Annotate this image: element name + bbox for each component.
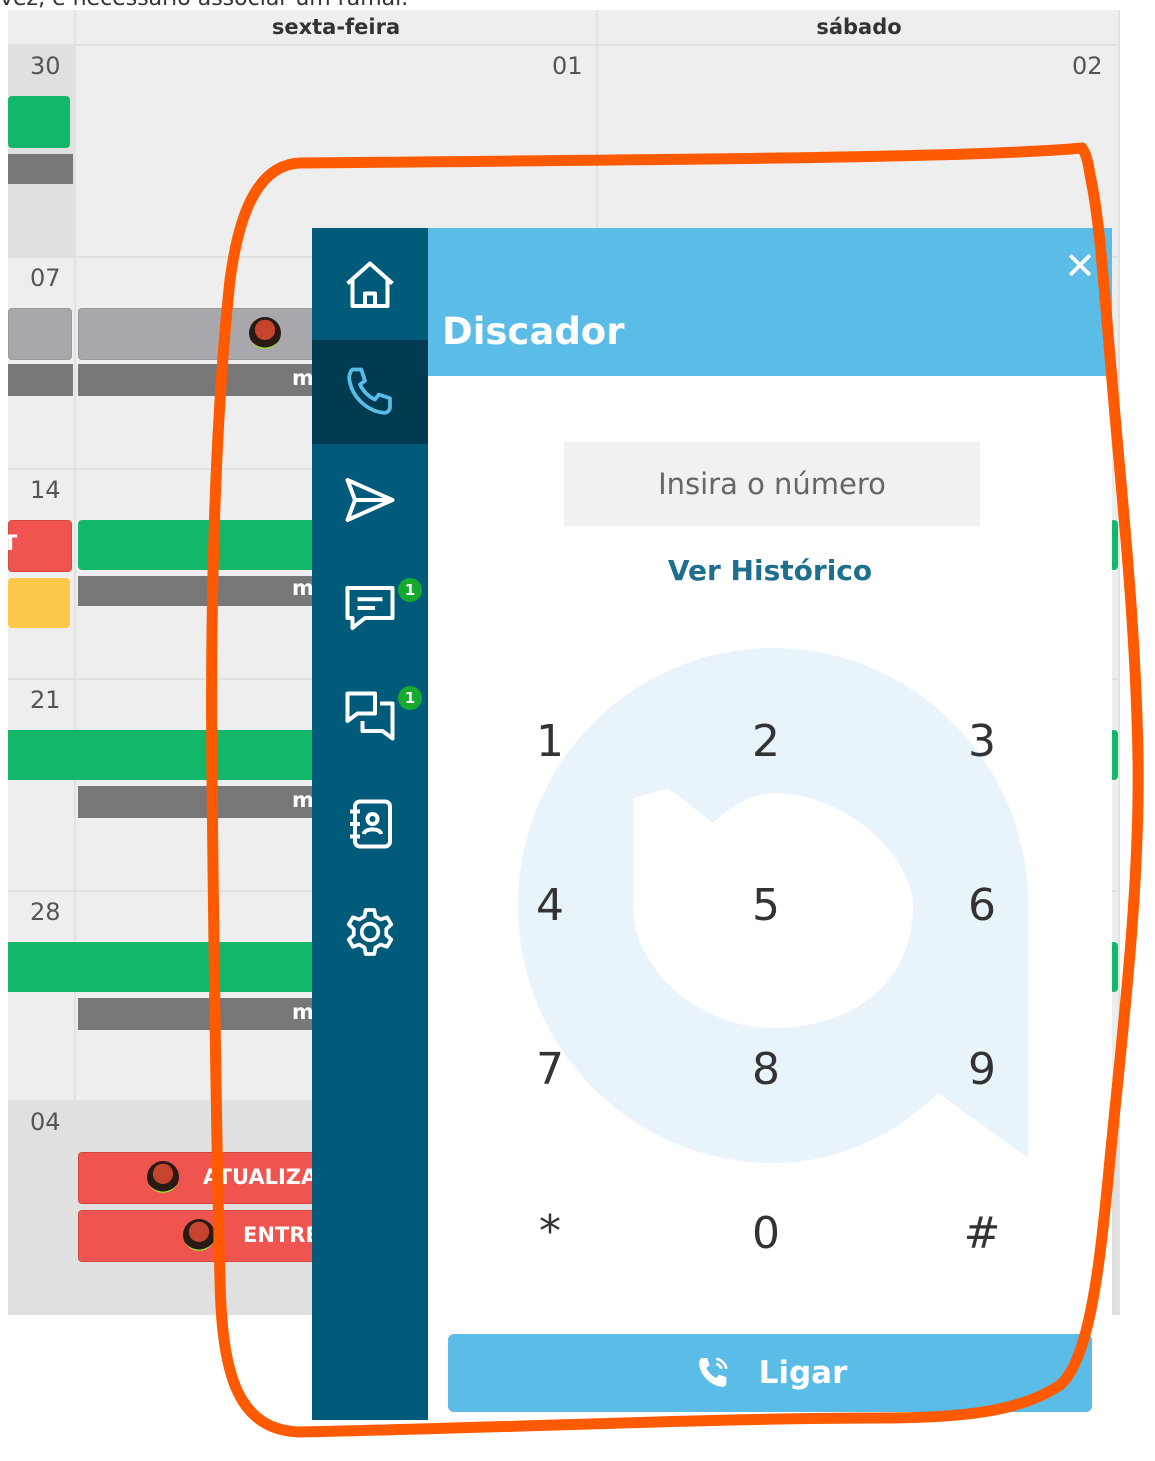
calendar-event[interactable] bbox=[8, 578, 70, 628]
key-star[interactable]: * bbox=[490, 1186, 610, 1276]
calendar-event[interactable]: ENTRE bbox=[78, 1210, 320, 1262]
panel-title: Discador bbox=[442, 310, 625, 353]
calendar-event[interactable]: m bbox=[78, 998, 318, 1030]
phone-number-input[interactable] bbox=[564, 442, 980, 526]
key-3[interactable]: 3 bbox=[922, 696, 1042, 786]
event-label: ENTRE bbox=[243, 1223, 320, 1247]
day-number: 28 bbox=[30, 898, 61, 926]
avatar bbox=[147, 1161, 179, 1193]
key-1[interactable]: 1 bbox=[490, 696, 610, 786]
call-button-label: Ligar bbox=[758, 1355, 848, 1391]
calendar-event[interactable]: m bbox=[78, 364, 318, 396]
event-label: m bbox=[292, 1000, 314, 1024]
event-label: T bbox=[3, 531, 18, 555]
calendar-event[interactable] bbox=[8, 942, 318, 992]
panel-header: Discador ✕ bbox=[428, 228, 1112, 376]
sidebar-item-messages[interactable]: 1 bbox=[312, 556, 428, 660]
header-saturday: sábado bbox=[816, 15, 902, 39]
day-number: 02 bbox=[1072, 52, 1103, 80]
sidebar-item-phone[interactable] bbox=[312, 340, 428, 444]
calendar-event[interactable] bbox=[8, 154, 73, 184]
home-icon bbox=[346, 261, 394, 308]
messages-badge: 1 bbox=[398, 578, 422, 602]
calendar-event[interactable]: T bbox=[3, 520, 72, 572]
key-7[interactable]: 7 bbox=[490, 1024, 610, 1114]
key-0[interactable]: 0 bbox=[706, 1188, 826, 1278]
grid-divider bbox=[8, 44, 1120, 46]
key-4[interactable]: 4 bbox=[490, 860, 610, 950]
key-2[interactable]: 2 bbox=[706, 696, 826, 786]
event-label: m bbox=[292, 576, 314, 600]
sidebar-item-settings[interactable] bbox=[312, 880, 428, 984]
day-number: 04 bbox=[30, 1108, 61, 1136]
day-number: 01 bbox=[552, 52, 583, 80]
chat-badge: 1 bbox=[398, 686, 422, 710]
calendar-event[interactable] bbox=[8, 96, 70, 148]
sidebar-item-home[interactable] bbox=[312, 234, 428, 338]
calendar-event[interactable]: ATUALIZA bbox=[78, 1152, 320, 1204]
event-label: m bbox=[292, 788, 314, 812]
dialer-sidebar: 1 1 bbox=[312, 228, 428, 1420]
header-friday: sexta-feira bbox=[271, 15, 401, 39]
calendar-event[interactable]: m bbox=[78, 576, 318, 606]
phone-call-icon bbox=[698, 1357, 728, 1387]
calendar-event[interactable] bbox=[78, 308, 340, 360]
send-icon bbox=[345, 478, 395, 522]
event-label: m bbox=[292, 366, 314, 390]
message-icon bbox=[345, 586, 395, 630]
key-8[interactable]: 8 bbox=[706, 1024, 826, 1114]
sidebar-item-contacts[interactable] bbox=[312, 772, 428, 876]
day-number: 14 bbox=[30, 476, 61, 504]
day-number: 21 bbox=[30, 686, 61, 714]
day-number: 07 bbox=[30, 264, 61, 292]
close-button[interactable]: ✕ bbox=[1058, 244, 1102, 288]
calendar-event[interactable]: m bbox=[78, 786, 318, 818]
event-label: ATUALIZA bbox=[203, 1165, 318, 1189]
sidebar-item-send[interactable] bbox=[312, 448, 428, 552]
grid-divider bbox=[74, 10, 76, 1315]
phone-icon bbox=[347, 367, 392, 415]
key-5[interactable]: 5 bbox=[706, 860, 826, 950]
avatar bbox=[183, 1219, 215, 1251]
gear-icon bbox=[346, 908, 394, 956]
dialer-panel: Discador ✕ Ver Histórico 1 2 3 4 5 6 7 8… bbox=[428, 228, 1112, 1420]
sidebar-item-chat[interactable]: 1 bbox=[312, 664, 428, 768]
calendar-event[interactable] bbox=[78, 520, 338, 570]
contacts-icon bbox=[350, 799, 392, 849]
key-hash[interactable]: # bbox=[922, 1188, 1042, 1278]
key-9[interactable]: 9 bbox=[922, 1024, 1042, 1114]
dialer-widget: 1 1 Discador ✕ Insira o número Ver Histó… bbox=[312, 228, 1112, 1420]
history-link[interactable]: Ver Histórico bbox=[428, 554, 1112, 587]
call-button[interactable]: Ligar bbox=[448, 1334, 1092, 1412]
key-6[interactable]: 6 bbox=[922, 860, 1042, 950]
calendar-event[interactable] bbox=[8, 364, 73, 396]
calendar-event[interactable] bbox=[8, 308, 72, 360]
day-number: 30 bbox=[30, 52, 61, 80]
grid-divider bbox=[1118, 10, 1120, 1315]
chat-icon bbox=[345, 691, 395, 741]
avatar bbox=[249, 317, 281, 349]
calendar-event[interactable] bbox=[8, 730, 318, 780]
